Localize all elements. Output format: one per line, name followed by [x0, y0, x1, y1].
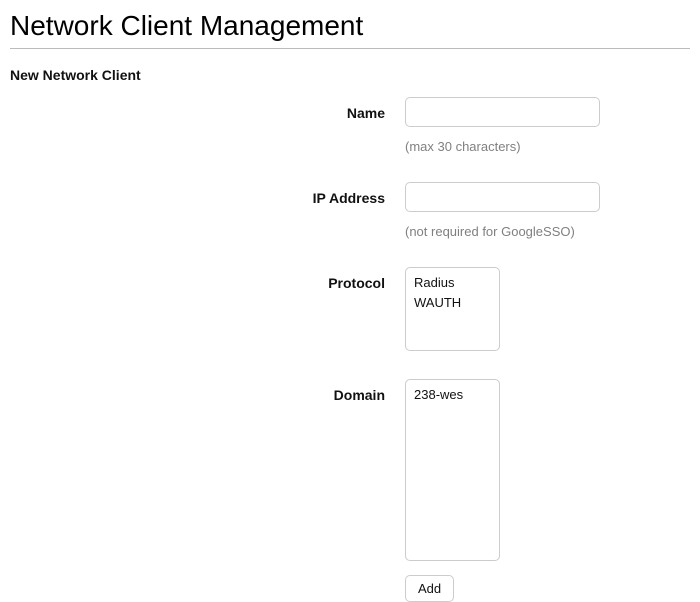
- protocol-field-col: Radius WAUTH: [405, 267, 500, 351]
- section-title: New Network Client: [10, 67, 690, 83]
- protocol-option[interactable]: WAUTH: [406, 292, 499, 312]
- submit-col: Add: [405, 569, 454, 602]
- ip-label: IP Address: [10, 182, 405, 206]
- domain-label: Domain: [10, 379, 405, 403]
- title-rule: [10, 48, 690, 49]
- domain-field-col: 238-wes: [405, 379, 500, 561]
- row-submit: Add: [10, 569, 690, 602]
- name-label: Name: [10, 97, 405, 121]
- protocol-label: Protocol: [10, 267, 405, 291]
- name-input[interactable]: [405, 97, 600, 127]
- row-protocol: Protocol Radius WAUTH: [10, 267, 690, 351]
- domain-option[interactable]: 238-wes: [406, 384, 499, 404]
- row-ip: IP Address (not required for GoogleSSO): [10, 182, 690, 239]
- name-hint: (max 30 characters): [405, 139, 600, 154]
- ip-input[interactable]: [405, 182, 600, 212]
- ip-field-col: (not required for GoogleSSO): [405, 182, 600, 239]
- protocol-select[interactable]: Radius WAUTH: [405, 267, 500, 351]
- row-domain: Domain 238-wes: [10, 379, 690, 561]
- protocol-option[interactable]: Radius: [406, 272, 499, 292]
- name-field-col: (max 30 characters): [405, 97, 600, 154]
- row-name: Name (max 30 characters): [10, 97, 690, 154]
- domain-select[interactable]: 238-wes: [405, 379, 500, 561]
- page-root: Network Client Management New Network Cl…: [0, 0, 700, 602]
- ip-hint: (not required for GoogleSSO): [405, 224, 600, 239]
- page-title: Network Client Management: [10, 10, 690, 42]
